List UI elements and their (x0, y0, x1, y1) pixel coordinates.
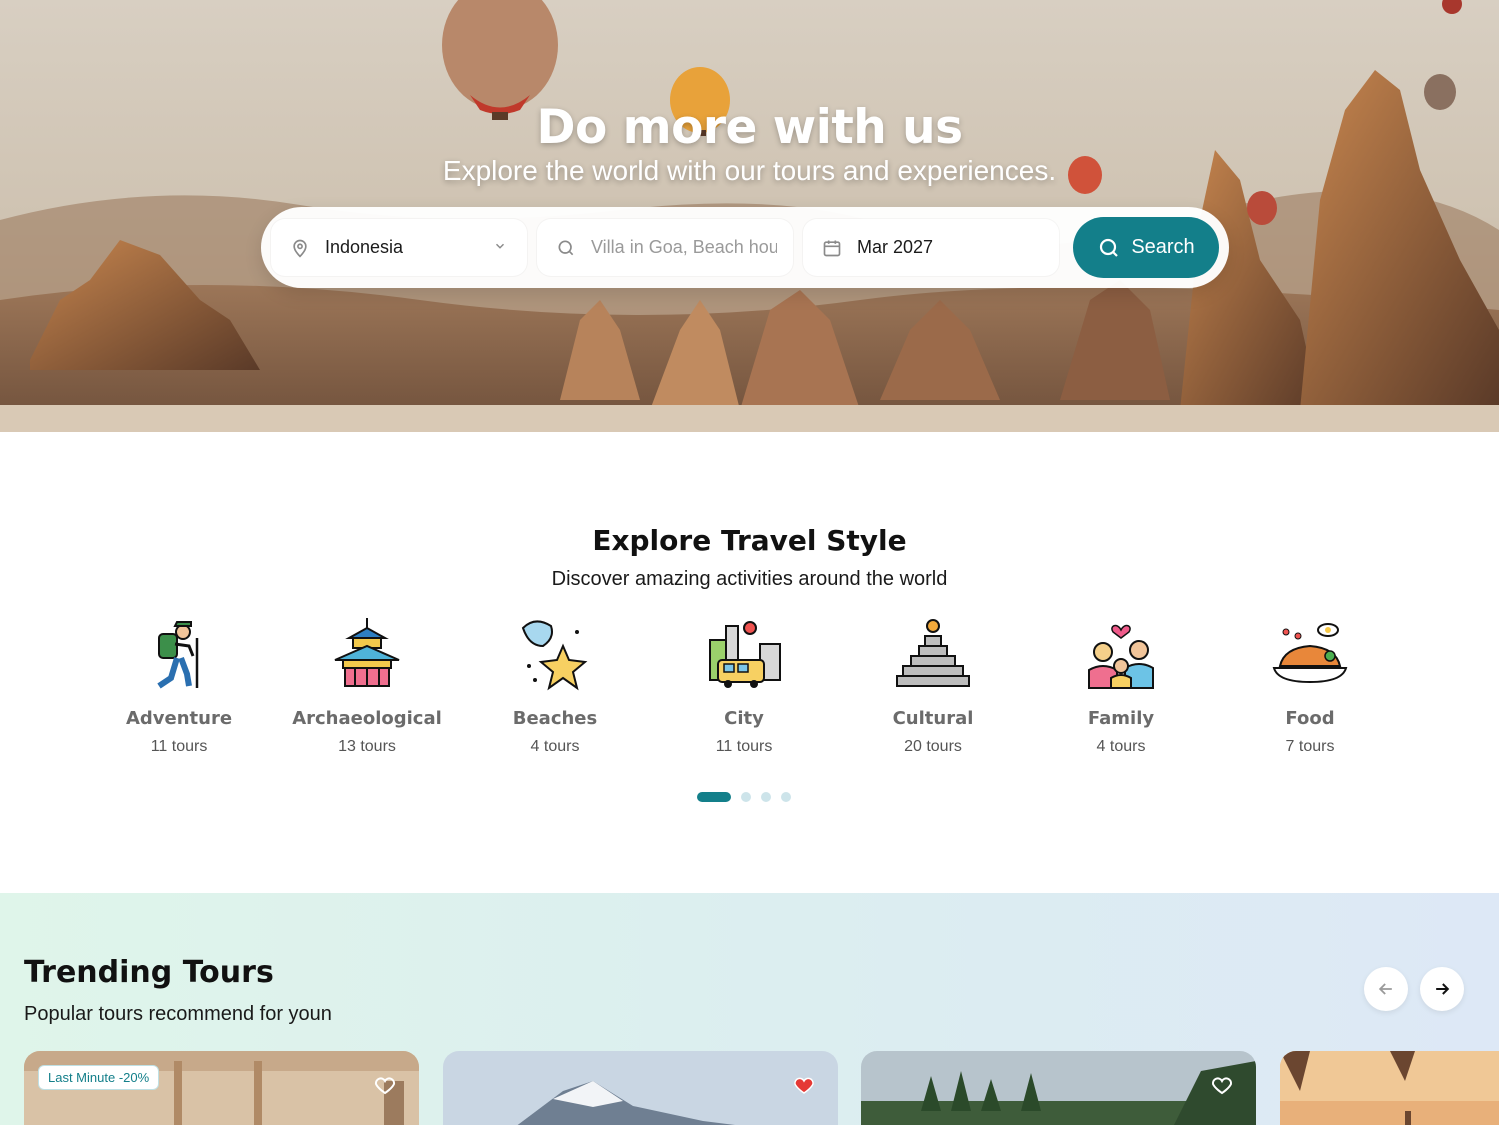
section-subtitle: Discover amazing activities around the w… (551, 568, 948, 590)
calendar-icon (821, 237, 843, 259)
pagination-dot-1[interactable] (697, 792, 731, 802)
date-picker[interactable]: Mar 2027 (803, 219, 1059, 276)
pagination-dot-2[interactable] (741, 792, 751, 802)
category-beaches[interactable]: Beaches 4 tours (470, 616, 640, 756)
date-value: Mar 2027 (857, 237, 934, 257)
search-icon (1097, 236, 1121, 260)
pagoda-icon (327, 616, 407, 696)
tour-card[interactable] (443, 1051, 838, 1125)
section-title: Explore Travel Style (592, 524, 907, 557)
search-icon (555, 237, 577, 259)
heart-icon[interactable] (1210, 1073, 1234, 1097)
pagination-dot-4[interactable] (781, 792, 791, 802)
category-count: 7 tours (1285, 738, 1335, 755)
carousel-next-button[interactable] (1420, 967, 1464, 1011)
search-query-field[interactable] (537, 219, 793, 276)
category-family[interactable]: Family 4 tours (1036, 616, 1206, 756)
category-count: 11 tours (150, 738, 208, 755)
category-name: Food (1285, 708, 1335, 729)
category-name: Adventure (125, 708, 233, 729)
arrow-right-icon (1436, 983, 1450, 995)
hero-title: Do more with us (536, 100, 963, 155)
category-name: Archaeological (292, 708, 442, 729)
category-name: Family (1087, 708, 1155, 729)
chevron-down-icon (493, 239, 507, 253)
tour-image (1280, 1051, 1499, 1125)
location-value: Indonesia (325, 237, 404, 257)
category-count: 4 tours (1096, 738, 1146, 755)
tour-card[interactable] (1280, 1051, 1499, 1125)
category-name: Cultural (892, 708, 974, 729)
section-title: Trending Tours (24, 955, 274, 990)
city-bus-icon (704, 616, 784, 696)
hero-banner: Do more with us Explore the world with o… (0, 0, 1499, 432)
arrow-left-icon (1378, 983, 1392, 995)
search-button[interactable]: Search (1073, 217, 1219, 278)
category-count: 11 tours (715, 738, 773, 755)
category-count: 4 tours (530, 738, 580, 755)
category-count: 20 tours (904, 738, 962, 755)
map-pin-icon (289, 237, 311, 259)
discount-badge: Last Minute -20% (38, 1065, 160, 1090)
category-adventure[interactable]: Adventure 11 tours (94, 616, 264, 756)
hiker-icon (139, 616, 219, 696)
pagination-dot-3[interactable] (761, 792, 771, 802)
trending-tours-section: Trending Tours Popular tours recommend f… (0, 893, 1499, 1125)
category-archaeological[interactable]: Archaeological 13 tours (282, 616, 452, 756)
carousel-pagination (697, 792, 801, 802)
category-count: 13 tours (338, 738, 396, 755)
family-icon (1081, 616, 1161, 696)
heart-filled-icon[interactable] (792, 1073, 816, 1097)
category-cultural[interactable]: Cultural 20 tours (848, 616, 1018, 756)
search-input[interactable] (591, 237, 777, 258)
hero-subtitle: Explore the world with our tours and exp… (442, 155, 1057, 186)
tour-image (443, 1051, 838, 1125)
starfish-shell-icon (515, 616, 595, 696)
carousel-prev-button[interactable] (1364, 967, 1408, 1011)
search-button-label: Search (1131, 236, 1195, 258)
location-select[interactable]: Indonesia (271, 219, 527, 276)
category-food[interactable]: Food 7 tours (1225, 616, 1395, 756)
travel-style-section: Explore Travel Style Discover amazing ac… (0, 432, 1499, 893)
tour-image (861, 1051, 1256, 1125)
section-subtitle: Popular tours recommend for youn (24, 1003, 332, 1025)
tour-card[interactable]: Last Minute -20% (24, 1051, 419, 1125)
food-plate-icon (1270, 616, 1350, 696)
category-city[interactable]: City 11 tours (659, 616, 829, 756)
category-name: Beaches (512, 708, 598, 729)
search-bar: Indonesia Mar 2027 Search (261, 207, 1229, 288)
pyramid-icon (893, 616, 973, 696)
heart-icon[interactable] (373, 1073, 397, 1097)
category-name: City (724, 708, 764, 729)
tour-card[interactable] (861, 1051, 1256, 1125)
